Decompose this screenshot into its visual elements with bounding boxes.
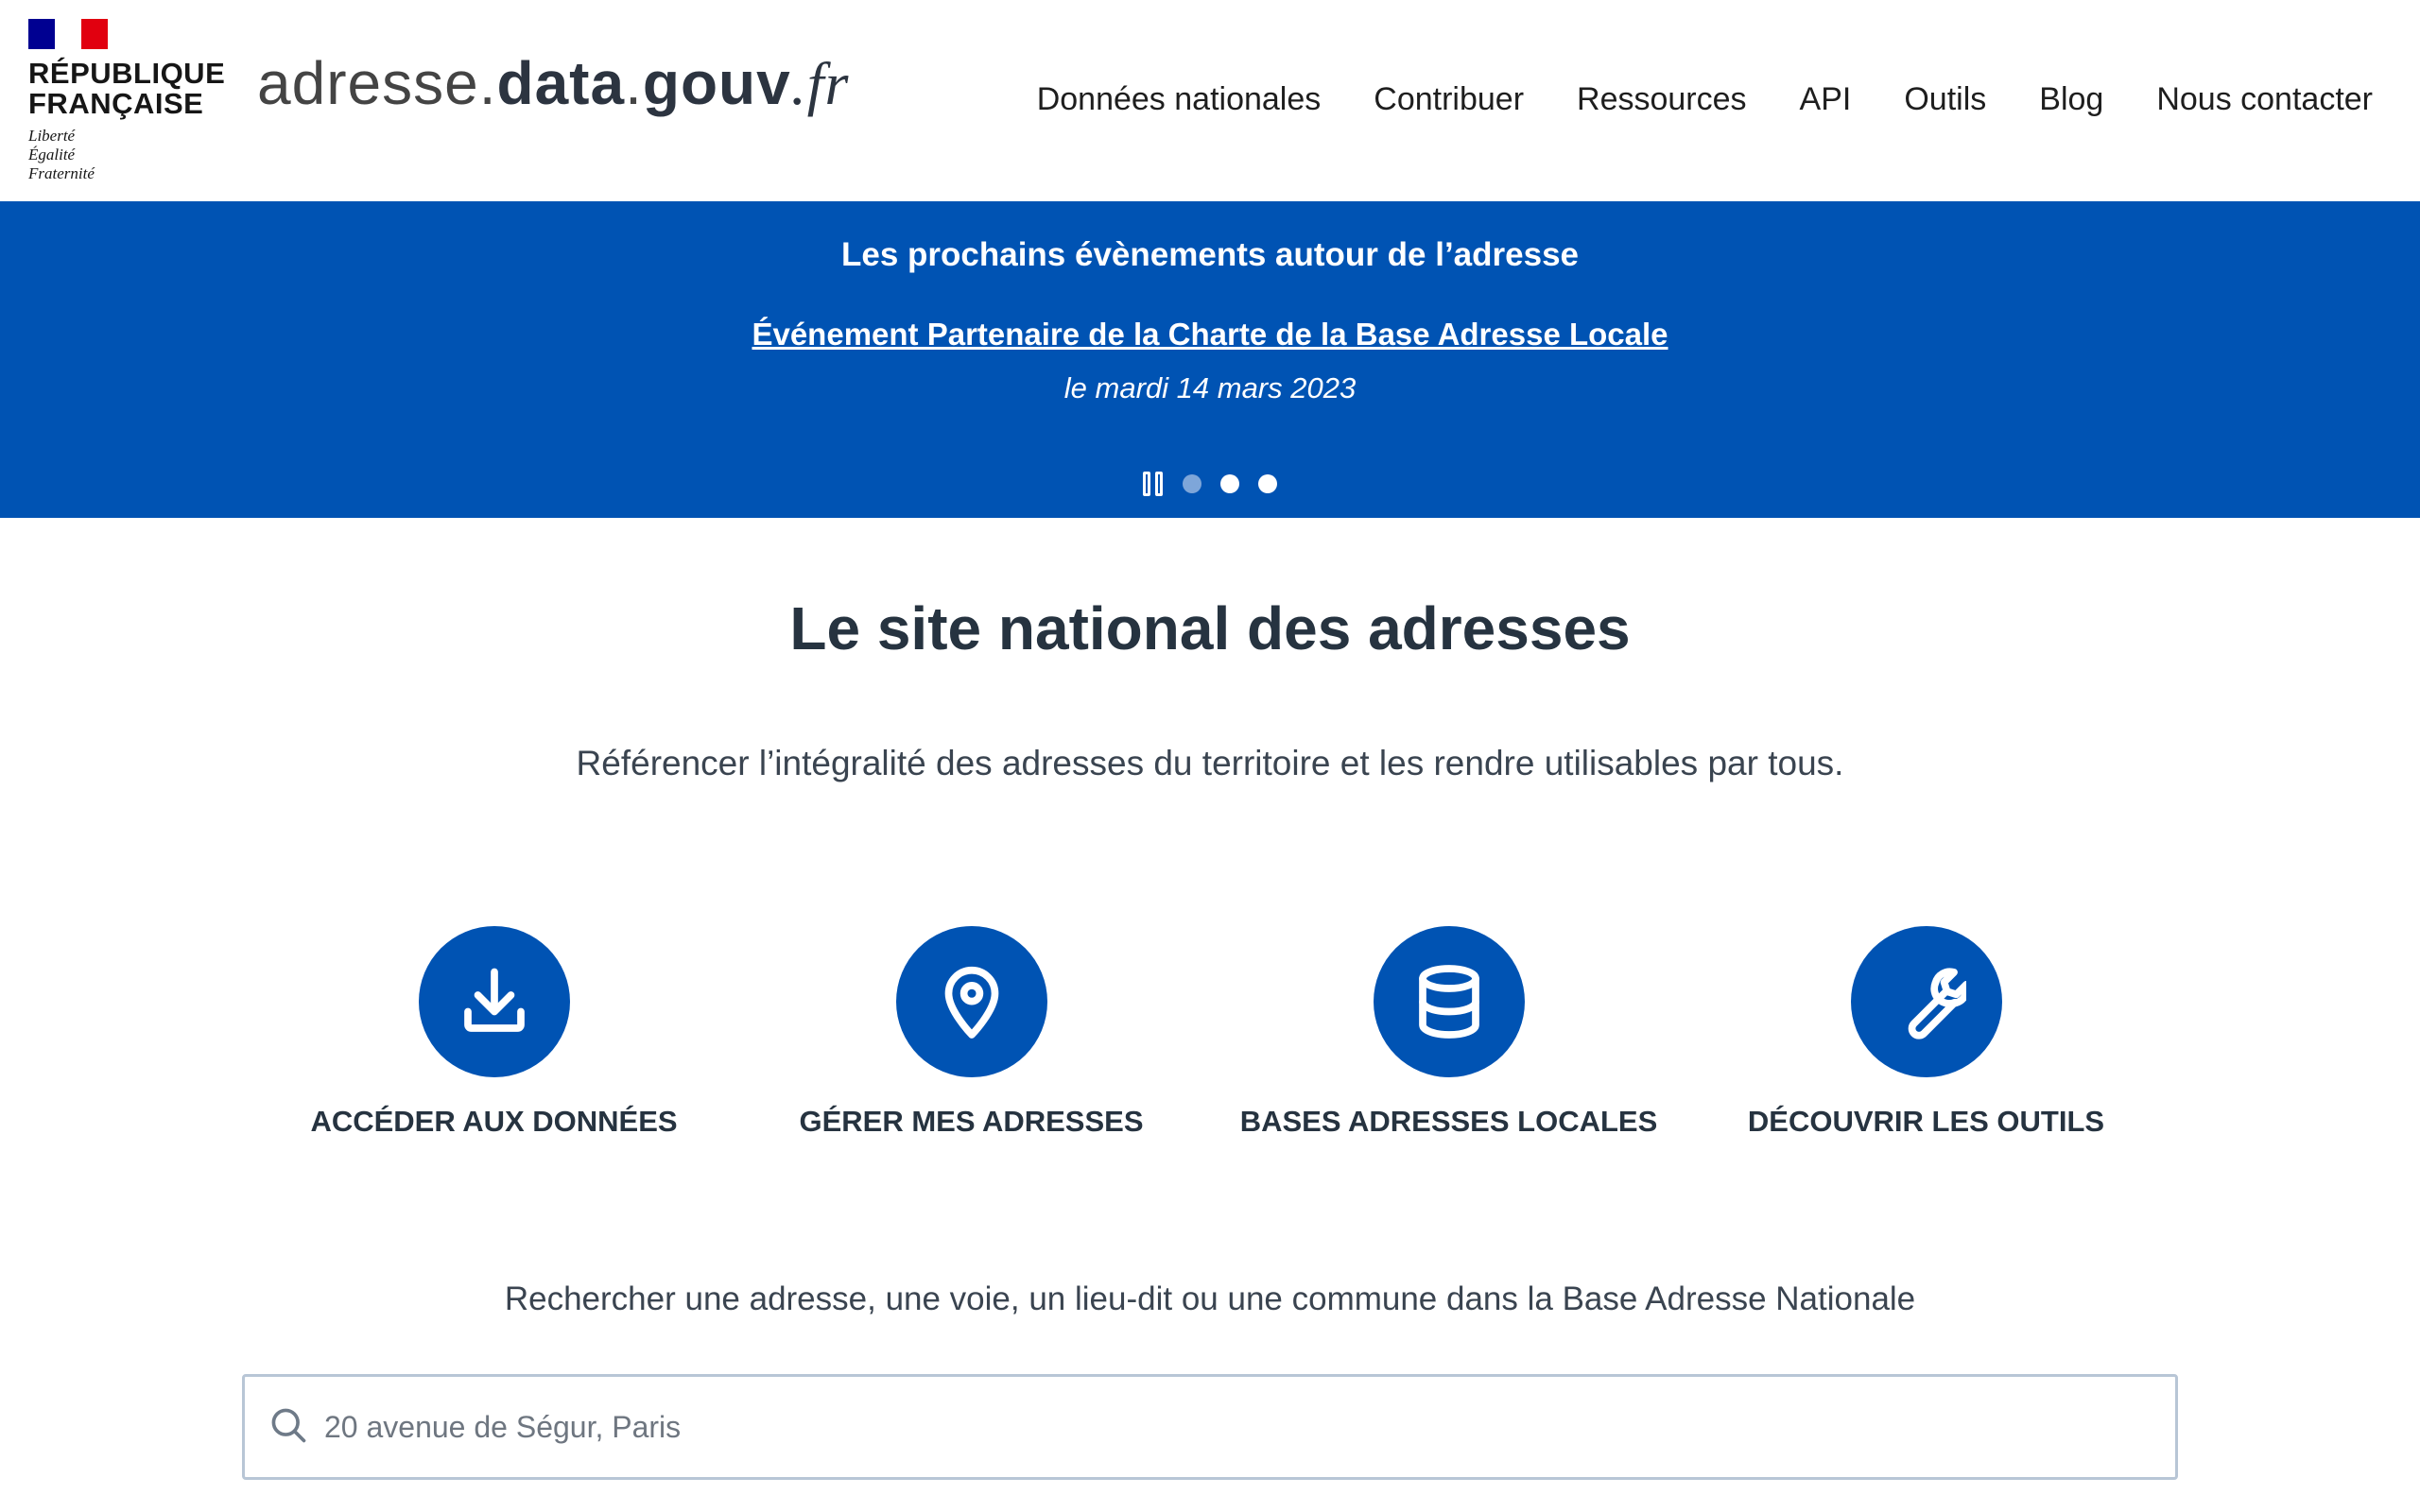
- map-pin-icon: [895, 926, 1047, 1077]
- motto-liberte: Liberté: [28, 127, 76, 145]
- nav-item-donnees-nationales[interactable]: Données nationales: [1011, 76, 1348, 123]
- feature-gerer-adresses[interactable]: GÉRER MES ADRESSES: [733, 926, 1210, 1153]
- feature-label: GÉRER MES ADRESSES: [799, 1105, 1144, 1138]
- feature-label: DÉCOUVRIR LES OUTILS: [1747, 1105, 2105, 1138]
- site-name-gouv: gouv: [642, 49, 791, 117]
- nav-item-contribuer[interactable]: Contribuer: [1347, 76, 1550, 123]
- motto-fraternite: Fraternité: [28, 164, 95, 182]
- nav-item-ressources[interactable]: Ressources: [1550, 76, 1773, 123]
- french-flag-icon: [28, 19, 108, 49]
- motto: Liberté Égalité Fraternité: [28, 127, 217, 183]
- event-link[interactable]: Événement Partenaire de la Charte de la …: [0, 311, 2420, 358]
- address-search-input[interactable]: [324, 1409, 2120, 1445]
- republique-line-2: FRANÇAISE: [28, 87, 204, 120]
- address-search-box[interactable]: [242, 1374, 2178, 1480]
- search-hint: Rechercher une adresse, une voie, un lie…: [504, 1280, 1916, 1317]
- site-name-home-link[interactable]: adresse.data.gouv.fr: [257, 45, 849, 122]
- site-name-data: data: [496, 49, 626, 117]
- feature-label: ACCÉDER AUX DONNÉES: [310, 1105, 678, 1138]
- motto-egalite: Égalité: [28, 146, 76, 163]
- nav-item-outils[interactable]: Outils: [1877, 76, 2013, 123]
- nav-item-nous-contacter[interactable]: Nous contacter: [2130, 76, 2373, 123]
- page-subtitle: Référencer l’intégralité des adresses du…: [576, 744, 1844, 782]
- nav-item-api[interactable]: API: [1773, 76, 1878, 123]
- site-name-prefix: adresse.: [257, 49, 497, 117]
- republique-francaise-logo[interactable]: RÉPUBLIQUE FRANÇAISE Liberté Égalité Fra…: [28, 19, 226, 184]
- republique-line-1: RÉPUBLIQUE: [28, 57, 226, 90]
- site-name-fr: .fr: [790, 50, 850, 117]
- wrench-icon: [1850, 926, 2002, 1077]
- carousel-controls: [0, 472, 2420, 496]
- nav-item-blog[interactable]: Blog: [2013, 76, 2130, 123]
- banner-title: Les prochains évènements autour de l’adr…: [840, 236, 1579, 273]
- feature-links: ACCÉDER AUX DONNÉES GÉRER MES ADRESSES B…: [255, 926, 2165, 1153]
- carousel-dot-3[interactable]: [1258, 474, 1277, 493]
- feature-decouvrir-outils[interactable]: DÉCOUVRIR LES OUTILS: [1687, 926, 2165, 1153]
- search-icon: [268, 1404, 309, 1451]
- events-banner: Les prochains évènements autour de l’adr…: [0, 201, 2420, 518]
- carousel-dot-1[interactable]: [1183, 474, 1201, 493]
- main-nav: Données nationales Contribuer Ressources…: [1011, 76, 2373, 123]
- pause-icon[interactable]: [1143, 472, 1164, 496]
- carousel-dot-2[interactable]: [1220, 474, 1239, 493]
- feature-bases-adresses-locales[interactable]: BASES ADRESSES LOCALES: [1210, 926, 1687, 1153]
- event-date: le mardi 14 mars 2023: [1063, 371, 1357, 404]
- feature-label: BASES ADRESSES LOCALES: [1239, 1105, 1658, 1138]
- site-header: RÉPUBLIQUE FRANÇAISE Liberté Égalité Fra…: [0, 0, 2420, 201]
- download-icon: [418, 926, 570, 1077]
- database-icon: [1373, 926, 1525, 1077]
- site-name-dot: .: [625, 49, 643, 117]
- page-title: Le site national des adresses: [789, 594, 1631, 662]
- feature-acceder-donnees[interactable]: ACCÉDER AUX DONNÉES: [255, 926, 733, 1153]
